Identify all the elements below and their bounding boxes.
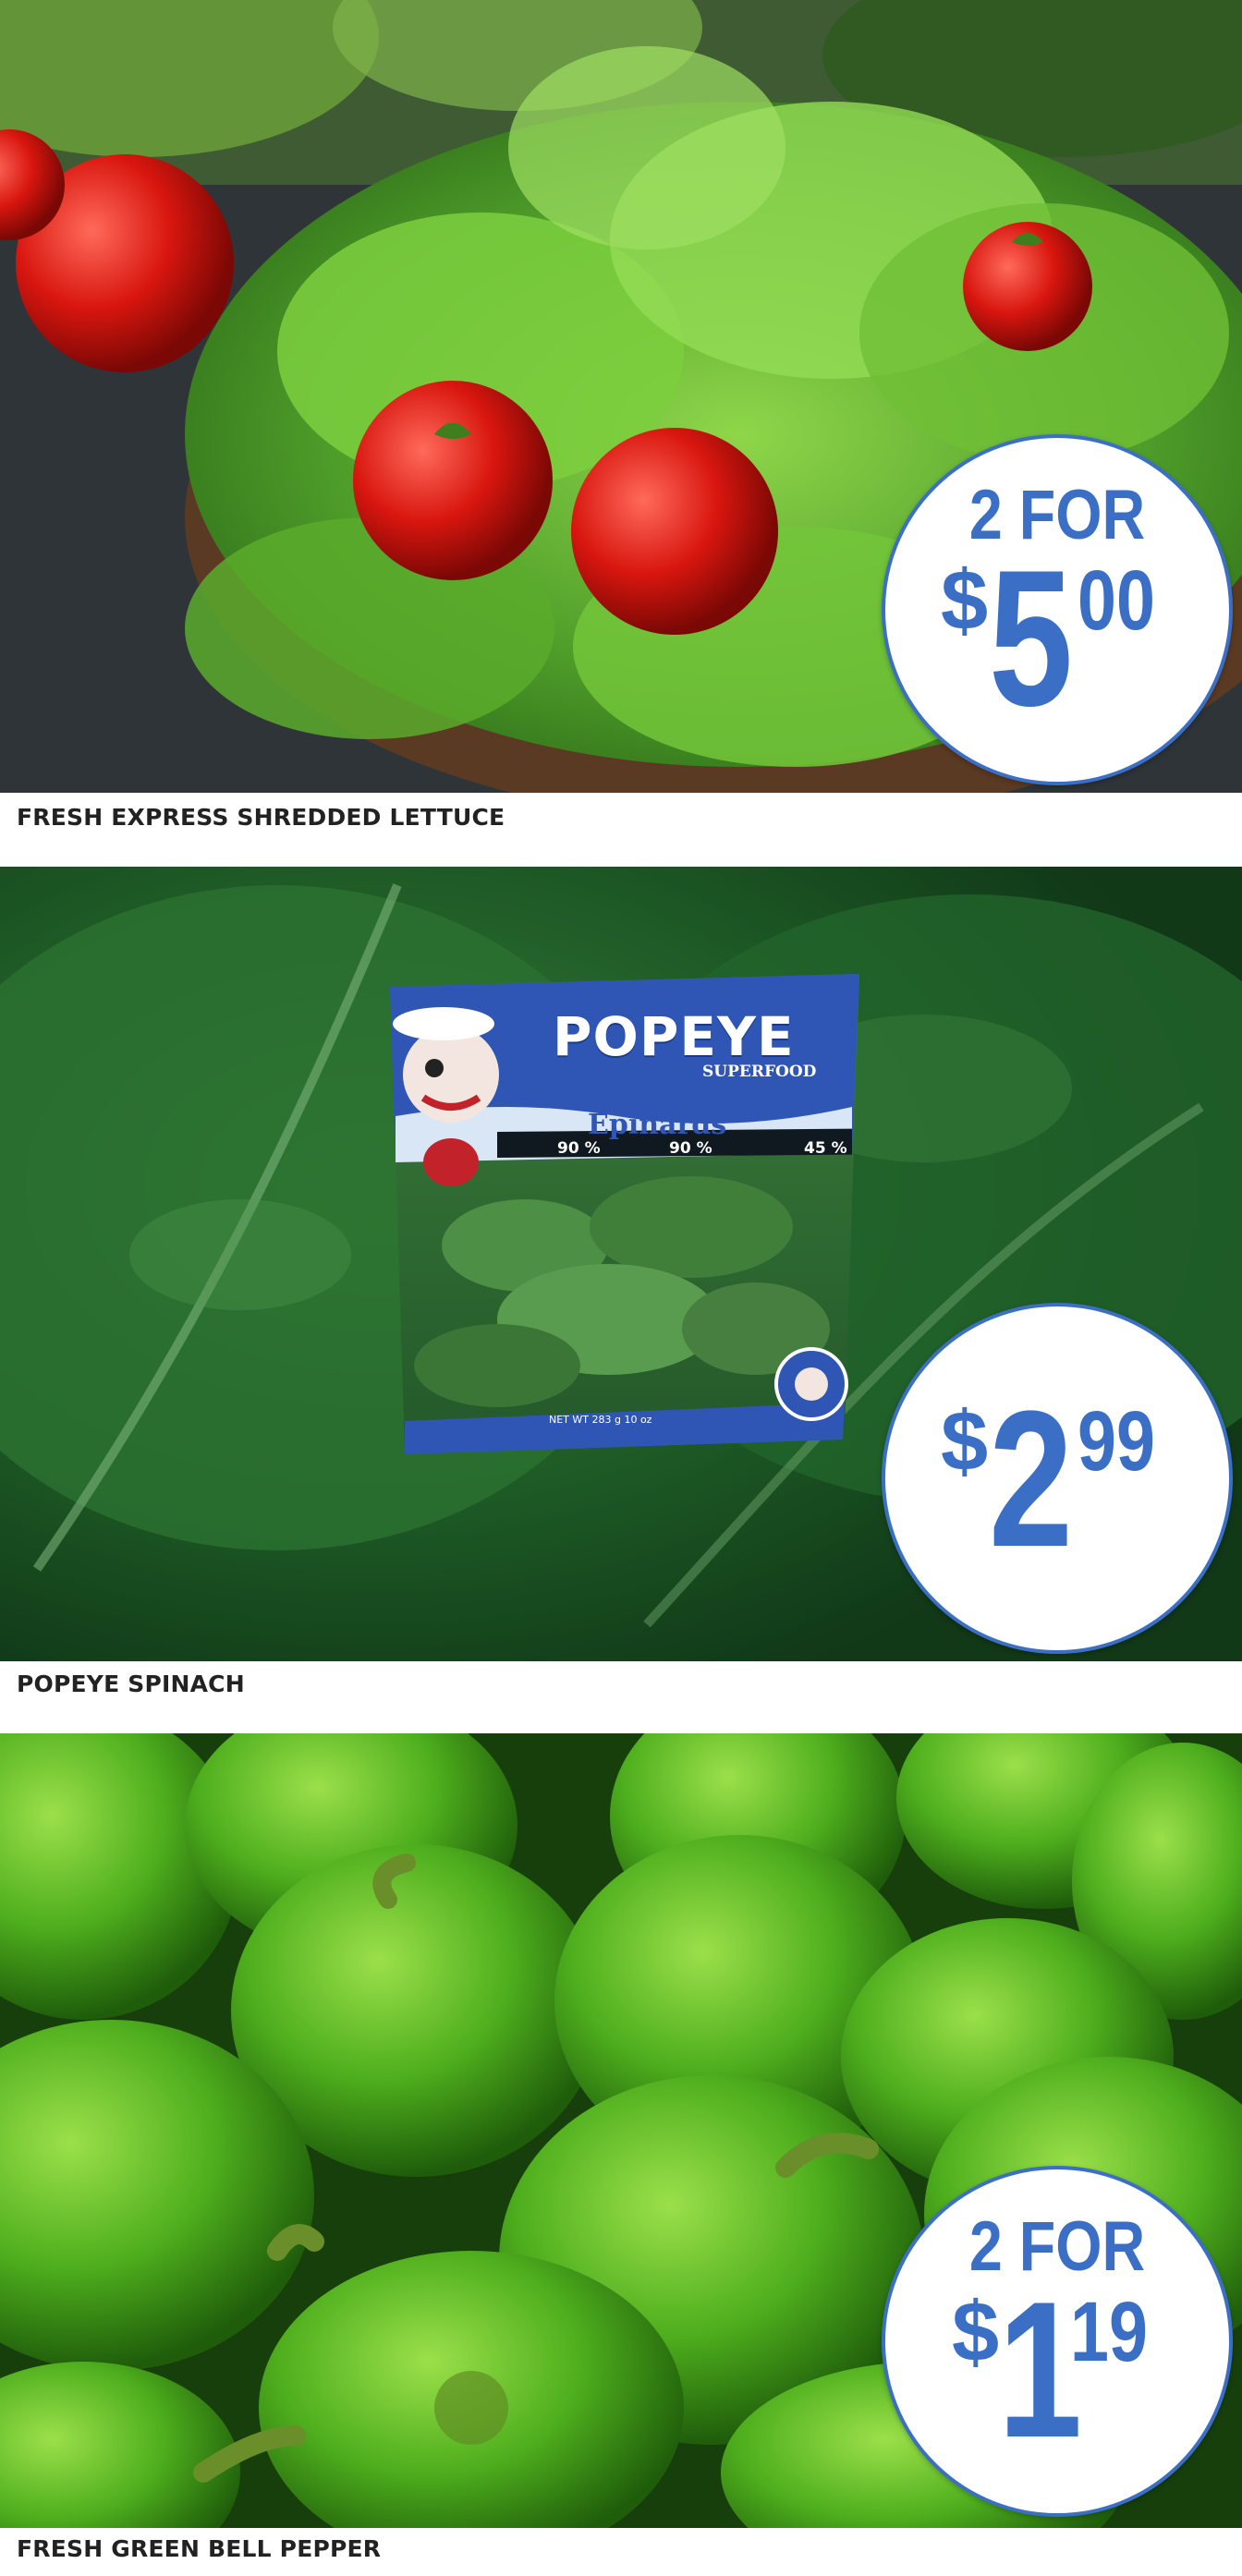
price-dollars: 1	[998, 2261, 1082, 2478]
product-name: FRESH EXPRESS SHREDDED LETTUCE	[17, 804, 505, 831]
product-name: POPEYE SPINACH	[17, 1671, 245, 1697]
price-badge: $ 2 99	[882, 1303, 1233, 1654]
deal-price: $ 5 00	[885, 529, 1229, 747]
product-name: FRESH GREEN BELL PEPPER	[17, 2535, 382, 2562]
price-badge: 2 FOR $ 5 00	[882, 434, 1233, 785]
price-badge: 2 FOR $ 1 19	[882, 2166, 1233, 2517]
package-stat3: 45 %	[804, 1139, 847, 1158]
package-sub: SUPERFOOD	[702, 1063, 817, 1081]
deal-price: $ 2 99	[885, 1370, 1229, 1587]
price-cents: 19	[1070, 2285, 1148, 2379]
price-dollars: 5	[989, 529, 1073, 747]
currency-symbol: $	[941, 553, 989, 648]
price-cents: 99	[1078, 1394, 1155, 1488]
currency-symbol: $	[952, 2285, 1000, 2379]
package-stat1: 90 %	[557, 1139, 601, 1158]
spinach-package: POPEYE SUPERFOOD Spinach Épinards 90 % 9…	[386, 968, 863, 1495]
package-weight: NET WT 283 g 10 oz	[549, 1414, 652, 1426]
package-brand: POPEYE	[553, 1005, 795, 1068]
product-card-lettuce[interactable]: 2 FOR $ 5 00 FRESH EXPRESS SHREDDED LETT…	[0, 0, 1242, 869]
price-cents: 00	[1078, 553, 1155, 648]
package-stat2: 90 %	[669, 1139, 712, 1158]
deal-price: $ 1 19	[885, 2261, 1229, 2478]
package-line2: Épinards	[588, 1109, 727, 1141]
product-card-bell-pepper[interactable]: 2 FOR $ 1 19 FRESH GREEN BELL PEPPER	[0, 1733, 1242, 2576]
price-dollars: 2	[989, 1370, 1073, 1587]
product-card-spinach[interactable]: POPEYE SUPERFOOD Spinach Épinards 90 % 9…	[0, 867, 1242, 1735]
currency-symbol: $	[941, 1394, 989, 1488]
